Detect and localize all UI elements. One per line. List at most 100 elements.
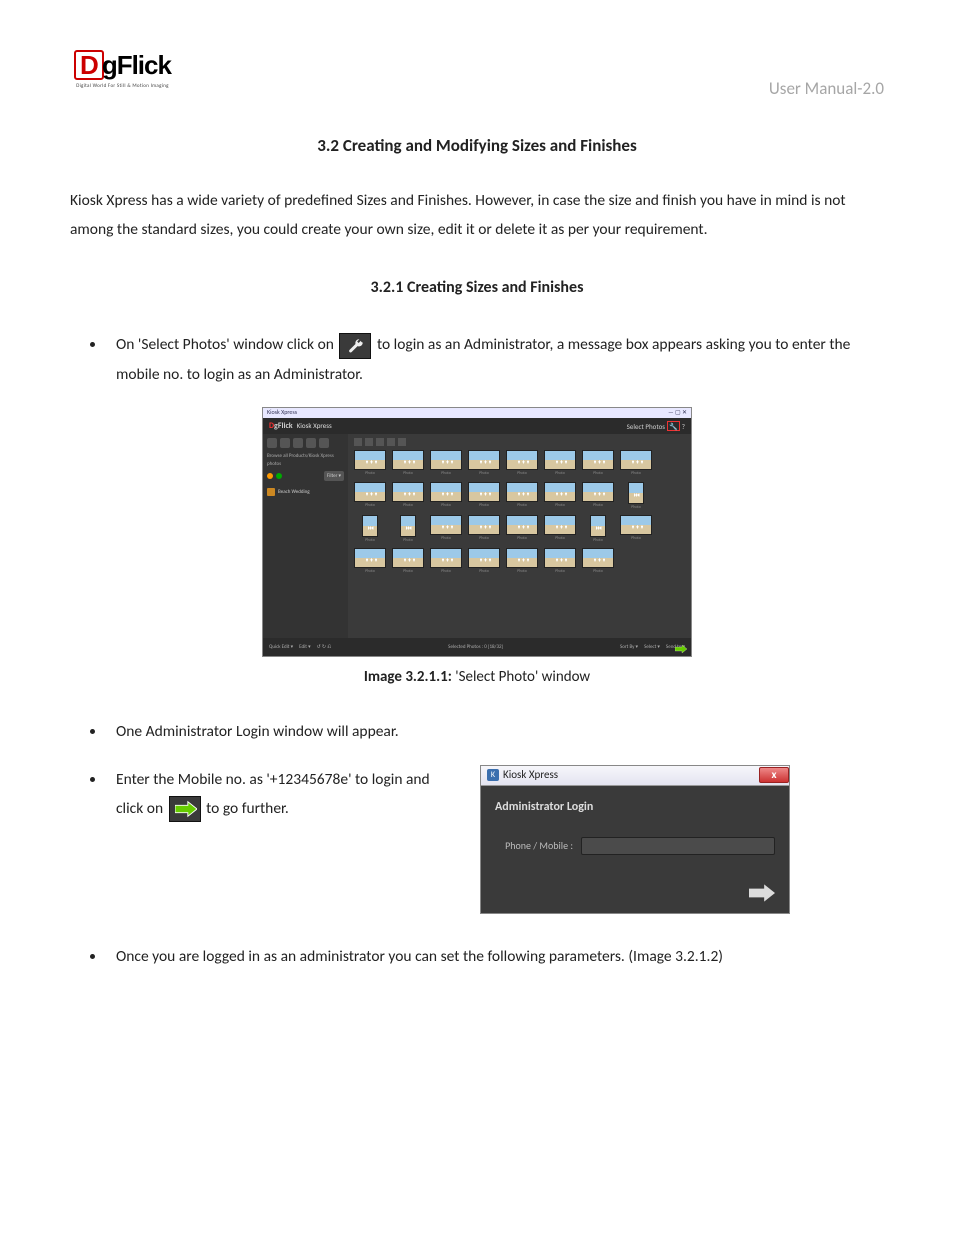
brandbar-right-tools: Select Photos 🔧 ? [627,421,685,432]
photo-thumbnail[interactable]: Photo [506,548,538,575]
select-menu[interactable]: Select ▾ [644,643,660,651]
photo-thumbnail[interactable]: Photo [620,450,652,477]
back-dot-icon[interactable] [267,473,273,479]
forward-dot-icon[interactable] [276,473,282,479]
photo-thumbnail[interactable]: Photo [506,482,538,511]
source-icon[interactable] [280,438,290,448]
app-icon: K [487,769,499,781]
folder-item[interactable]: Beach Wedding [267,488,344,496]
photo-thumbnail[interactable]: Photo [468,450,500,477]
photo-thumbnail[interactable]: Photo [544,548,576,575]
logo-tagline: Digital World For Still & Motion Imaging [76,82,169,90]
dialog-heading: Administrator Login [495,798,775,817]
help-icon[interactable]: ? [682,421,685,432]
folder-icon [267,488,275,496]
photo-thumbnail[interactable]: Photo [582,482,614,511]
photo-thumbnail[interactable]: Photo [582,548,614,575]
app-subproduct: Kiosk Xpress [297,420,332,431]
phone-field-row: Phone / Mobile : [495,837,775,855]
photo-thumbnail[interactable]: Photo [392,450,424,477]
photo-thumbnail[interactable]: Photo [392,482,424,511]
figure-1-wrap: Kiosk Xpress — ▢ ✕ DgFlick Kiosk Xpress … [70,407,884,713]
grid-tool-icon[interactable] [354,438,362,446]
caption-text: 'Select Photo' window [452,668,590,686]
photo-thumbnail[interactable]: Photo [468,548,500,575]
green-arrow-icon [169,796,201,822]
source-icon[interactable] [319,438,329,448]
go-button[interactable] [495,883,775,903]
photo-thumbnail[interactable]: Photo [392,515,424,544]
dialog-title: Kiosk Xpress [503,766,558,784]
photo-thumbnail[interactable]: Photo [354,548,386,575]
dialog-titlebar: K Kiosk Xpress x [481,766,789,786]
photo-thumbnail[interactable]: Photo [430,515,462,544]
caption-label: Image 3.2.1.1: [364,668,452,686]
window-titlebar: Kiosk Xpress — ▢ ✕ [263,408,691,418]
selected-label: Selected Photos : [448,644,483,650]
edit-menu[interactable]: Edit ▾ [299,643,310,651]
filter-button[interactable]: Filter ▾ [324,471,344,481]
photo-thumbnail[interactable]: Photo [430,450,462,477]
grid-tool-icon[interactable] [365,438,373,446]
quick-edit-menu[interactable]: Quick Edit ▾ [269,643,293,651]
select-photos-label: Select Photos [627,421,665,432]
phone-label: Phone / Mobile : [495,838,573,854]
rotate-tools-icon[interactable]: ↺ ↻ ⎌ [317,643,332,651]
subsection-heading: 3.2.1 Creating Sizes and Finishes [70,275,884,301]
photo-thumbnail[interactable]: Photo [430,482,462,511]
grid-toolbar [354,438,685,446]
grid-tool-icon[interactable] [376,438,384,446]
photo-thumbnail[interactable]: Photo [582,515,614,544]
grid-tool-icon[interactable] [387,438,395,446]
bottom-toolbar: Quick Edit ▾ Edit ▾ ↺ ↻ ⎌ Selected Photo… [263,638,691,656]
photo-thumbnail[interactable]: Photo [354,482,386,511]
select-photo-window-screenshot: Kiosk Xpress — ▢ ✕ DgFlick Kiosk Xpress … [262,407,692,657]
photo-thumbnail[interactable]: Photo [392,548,424,575]
phone-input[interactable] [581,837,775,855]
logo: DgFlick Digital World For Still & Motion… [70,50,175,100]
intro-paragraph: Kiosk Xpress has a wide variety of prede… [70,187,884,244]
photo-thumbnail[interactable]: Photo [582,450,614,477]
photo-thumbnail[interactable]: Photo [354,450,386,477]
photo-thumbnail[interactable]: Photo [468,482,500,511]
bullet-list-4: Once you are logged in as an administrat… [70,942,884,971]
logo-wordmark: DgFlick [74,50,171,80]
next-arrow-icon[interactable] [675,644,687,654]
page-header: DgFlick Digital World For Still & Motion… [70,50,884,102]
photo-thumbnail[interactable]: Photo [544,515,576,544]
photo-thumbnail[interactable]: Photo [354,515,386,544]
app-brandbar: DgFlick Kiosk Xpress Select Photos 🔧 ? [263,418,691,434]
bullet-list: On 'Select Photos' window click on to lo… [70,330,884,389]
photo-thumbnail[interactable]: Photo [544,482,576,511]
sortby-menu[interactable]: Sort By ▾ [620,643,638,651]
photo-thumbnail[interactable]: Photo [506,450,538,477]
logo-text: gFlick [102,50,171,80]
photo-thumbnail[interactable]: Photo [506,515,538,544]
two-column-row: Enter the Mobile no. as '+12345678e' to … [70,765,884,914]
thumbnails: PhotoPhotoPhotoPhotoPhotoPhotoPhotoPhoto… [354,450,685,576]
bullet-1-pre: On 'Select Photos' window click on [116,335,337,354]
bullet-3-post: to go further. [206,799,289,818]
section-heading: 3.2 Creating and Modifying Sizes and Fin… [70,132,884,159]
photo-thumbnail[interactable]: Photo [544,450,576,477]
photo-thumbnail[interactable]: Photo [468,515,500,544]
wrench-icon [339,333,371,359]
app-logo-mini: DgFlick [269,420,293,433]
bullet-item-1: On 'Select Photos' window click on to lo… [106,330,884,389]
grid-tool-icon[interactable] [398,438,406,446]
window-title: Kiosk Xpress [267,408,297,418]
photo-thumbnail[interactable]: Photo [620,515,652,544]
photo-thumbnail[interactable]: Photo [620,482,652,511]
admin-wrench-highlight[interactable]: 🔧 [667,421,680,431]
bullet-list-3: Enter the Mobile no. as '+12345678e' to … [70,765,450,824]
bullet-item-3: Enter the Mobile no. as '+12345678e' to … [106,765,450,824]
figure-1-caption: Image 3.2.1.1: 'Select Photo' window [364,665,590,689]
doc-version: User Manual-2.0 [769,75,884,102]
admin-login-dialog-screenshot: K Kiosk Xpress x Administrator Login Pho… [480,765,790,914]
window-controls-icon: — ▢ ✕ [668,408,687,418]
close-button[interactable]: x [759,767,789,783]
source-icon[interactable] [306,438,316,448]
photo-thumbnail[interactable]: Photo [430,548,462,575]
source-icon[interactable] [267,438,277,448]
source-icon[interactable] [293,438,303,448]
